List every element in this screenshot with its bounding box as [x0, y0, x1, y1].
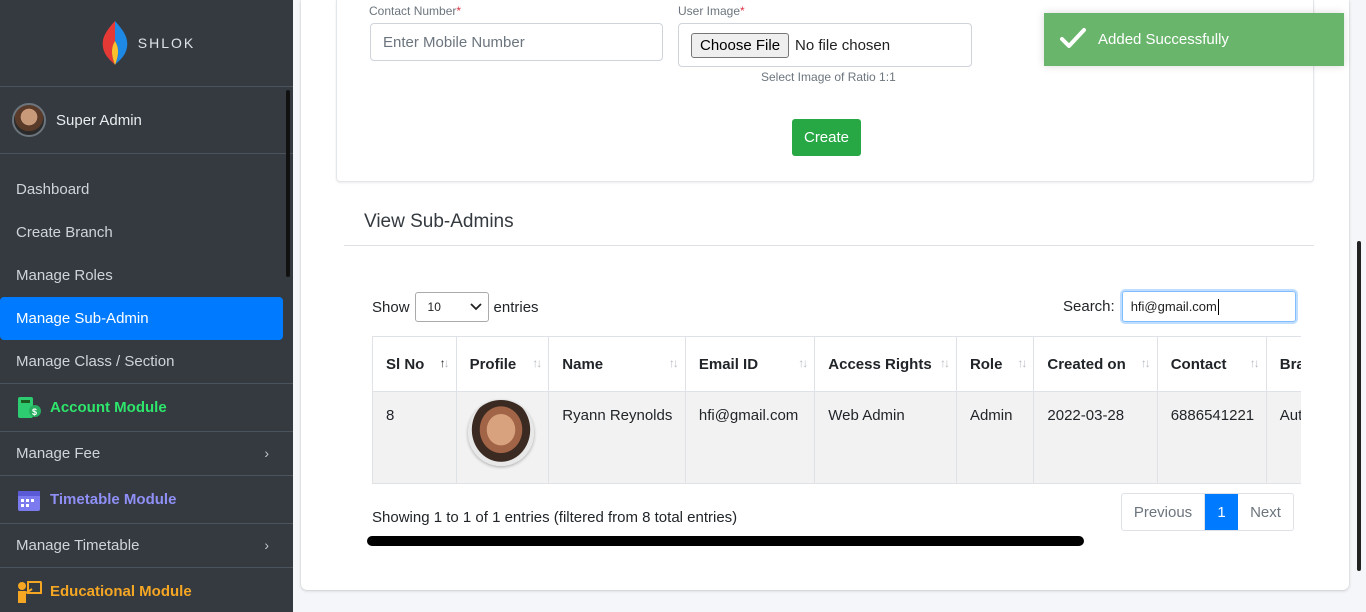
user-image-label: User Image* — [678, 4, 745, 18]
sidebar-nav: Dashboard Create Branch Manage Roles Man… — [0, 154, 293, 612]
sidebar-item-manage-timetable[interactable]: Manage Timetable › — [0, 524, 293, 567]
page-length-control: Show 10 entries — [372, 292, 539, 322]
column-header-created-on[interactable]: Created on ↑↓ — [1033, 336, 1158, 392]
next-page-button[interactable]: Next — [1238, 494, 1293, 530]
search-value: hfi@gmail.com — [1130, 299, 1217, 314]
sort-asc-icon: ↑↓ — [439, 356, 450, 370]
sidebar-item-create-branch[interactable]: Create Branch — [0, 211, 293, 254]
educational-module-label: Educational Module — [50, 583, 192, 600]
user-avatar — [12, 103, 46, 137]
column-header-name[interactable]: Name ↑↓ — [548, 336, 686, 392]
sidebar-item-manage-roles[interactable]: Manage Roles — [0, 254, 293, 297]
user-panel[interactable]: Super Admin — [0, 87, 293, 154]
contact-number-label: Contact Number* — [369, 4, 462, 18]
brand-name: SHLOK — [137, 35, 196, 51]
column-header-email[interactable]: Email ID ↑↓ — [684, 336, 816, 392]
sidebar-item-manage-class-section[interactable]: Manage Class / Section — [0, 340, 293, 383]
view-sub-admins-title: View Sub-Admins — [364, 211, 514, 232]
table-info: Showing 1 to 1 of 1 entries (filtered fr… — [372, 509, 738, 526]
cell-sl-no: 8 — [372, 391, 457, 484]
choose-file-button[interactable]: Choose File — [691, 32, 790, 58]
page-length-value: 10 — [427, 300, 441, 314]
column-header-sl-no[interactable]: Sl No ↑↓ — [372, 336, 457, 392]
page-vertical-scrollbar[interactable] — [1357, 241, 1361, 571]
sub-admins-table: Sl No ↑↓ Profile ↑↓ Name ↑↓ Email ID ↑↓ Acce… — [372, 336, 1301, 484]
cell-branch: Autor — [1265, 391, 1301, 484]
cell-created-on: 2022-03-28 — [1033, 391, 1158, 484]
sidebar-item-manage-fee[interactable]: Manage Fee › — [0, 432, 293, 475]
sidebar: SHLOK Super Admin Dashboard Create Branc… — [0, 0, 293, 612]
sub-admin-card: Contact Number* Enter Mobile Number User… — [301, 0, 1349, 590]
checkmark-icon — [1060, 27, 1086, 53]
sort-icon: ↑↓ — [668, 356, 679, 370]
educational-module-header: Educational Module — [0, 567, 293, 612]
account-module-label: Account Module — [50, 399, 167, 416]
table-search: Search: hfi@gmail.com — [1063, 291, 1296, 322]
sort-icon: ↑↓ — [939, 356, 950, 370]
sidebar-item-dashboard[interactable]: Dashboard — [0, 168, 293, 211]
calendar-icon — [18, 490, 40, 511]
profile-photo — [467, 400, 534, 466]
page-length-select[interactable]: 10 — [414, 292, 489, 322]
text-cursor — [1217, 298, 1219, 315]
search-label: Search: — [1063, 298, 1115, 315]
table-row: 8 Ryann Reynolds hfi@gmail.com Web Admin… — [372, 391, 1301, 484]
column-header-contact[interactable]: Contact ↑↓ — [1156, 336, 1267, 392]
timetable-module-header: Timetable Module — [0, 475, 293, 524]
cell-role: Admin — [955, 391, 1035, 484]
page-1-button[interactable]: 1 — [1205, 494, 1238, 530]
sub-admins-table-wrapper[interactable]: Sl No ↑↓ Profile ↑↓ Name ↑↓ Email ID ↑↓ Acce… — [372, 336, 1301, 484]
table-horizontal-scrollbar[interactable] — [367, 536, 1084, 546]
cell-access-rights: Web Admin — [814, 391, 957, 484]
brand[interactable]: SHLOK — [0, 0, 293, 87]
timetable-module-label: Timetable Module — [50, 491, 177, 508]
table-header-row: Sl No ↑↓ Profile ↑↓ Name ↑↓ Email ID ↑↓ Acce… — [372, 336, 1301, 392]
teacher-board-icon — [18, 580, 42, 603]
pagination: Previous 1 Next — [1121, 493, 1294, 531]
svg-text:$: $ — [32, 407, 37, 417]
cell-email: hfi@gmail.com — [684, 391, 816, 484]
shlok-logo-icon — [102, 21, 128, 65]
manage-fee-label: Manage Fee — [16, 445, 101, 462]
account-module-header: $ Account Module — [0, 383, 293, 432]
user-name: Super Admin — [56, 111, 142, 129]
sort-icon: ↑↓ — [1249, 356, 1260, 370]
column-header-role[interactable]: Role ↑↓ — [955, 336, 1035, 392]
show-label: Show — [372, 298, 410, 316]
user-image-file-input[interactable]: Choose File No file chosen — [678, 23, 972, 67]
column-header-access-rights[interactable]: Access Rights ↑↓ — [814, 336, 957, 392]
column-header-profile[interactable]: Profile ↑↓ — [455, 336, 550, 392]
toast-message: Added Successfully — [1098, 31, 1229, 48]
sidebar-scrollbar[interactable] — [286, 90, 290, 277]
account-module-icon: $ — [18, 396, 41, 418]
sort-icon: ↑↓ — [1017, 356, 1027, 370]
main-content: Contact Number* Enter Mobile Number User… — [293, 0, 1366, 612]
chevron-down-icon — [469, 303, 482, 311]
cell-profile — [455, 391, 550, 484]
no-file-text: No file chosen — [795, 36, 891, 54]
cell-name: Ryann Reynolds — [548, 391, 686, 484]
search-input[interactable]: hfi@gmail.com — [1121, 291, 1296, 322]
column-header-branch[interactable]: Branc — [1265, 336, 1301, 392]
previous-page-button[interactable]: Previous — [1122, 494, 1205, 530]
contact-number-input[interactable]: Enter Mobile Number — [370, 23, 663, 61]
sort-icon: ↑↓ — [532, 356, 542, 370]
sort-icon: ↑↓ — [798, 356, 808, 370]
chevron-right-icon: › — [264, 537, 269, 553]
success-toast[interactable]: Added Successfully — [1044, 13, 1344, 66]
manage-timetable-label: Manage Timetable — [16, 537, 140, 554]
cell-contact: 6886541221 — [1156, 391, 1267, 484]
create-button[interactable]: Create — [792, 119, 861, 156]
chevron-right-icon: › — [264, 445, 269, 461]
sidebar-item-manage-sub-admin[interactable]: Manage Sub-Admin — [0, 297, 283, 340]
entries-label: entries — [493, 298, 539, 316]
image-ratio-hint: Select Image of Ratio 1:1 — [761, 70, 896, 84]
section-divider — [344, 245, 1314, 246]
sort-icon: ↑↓ — [1140, 356, 1151, 370]
